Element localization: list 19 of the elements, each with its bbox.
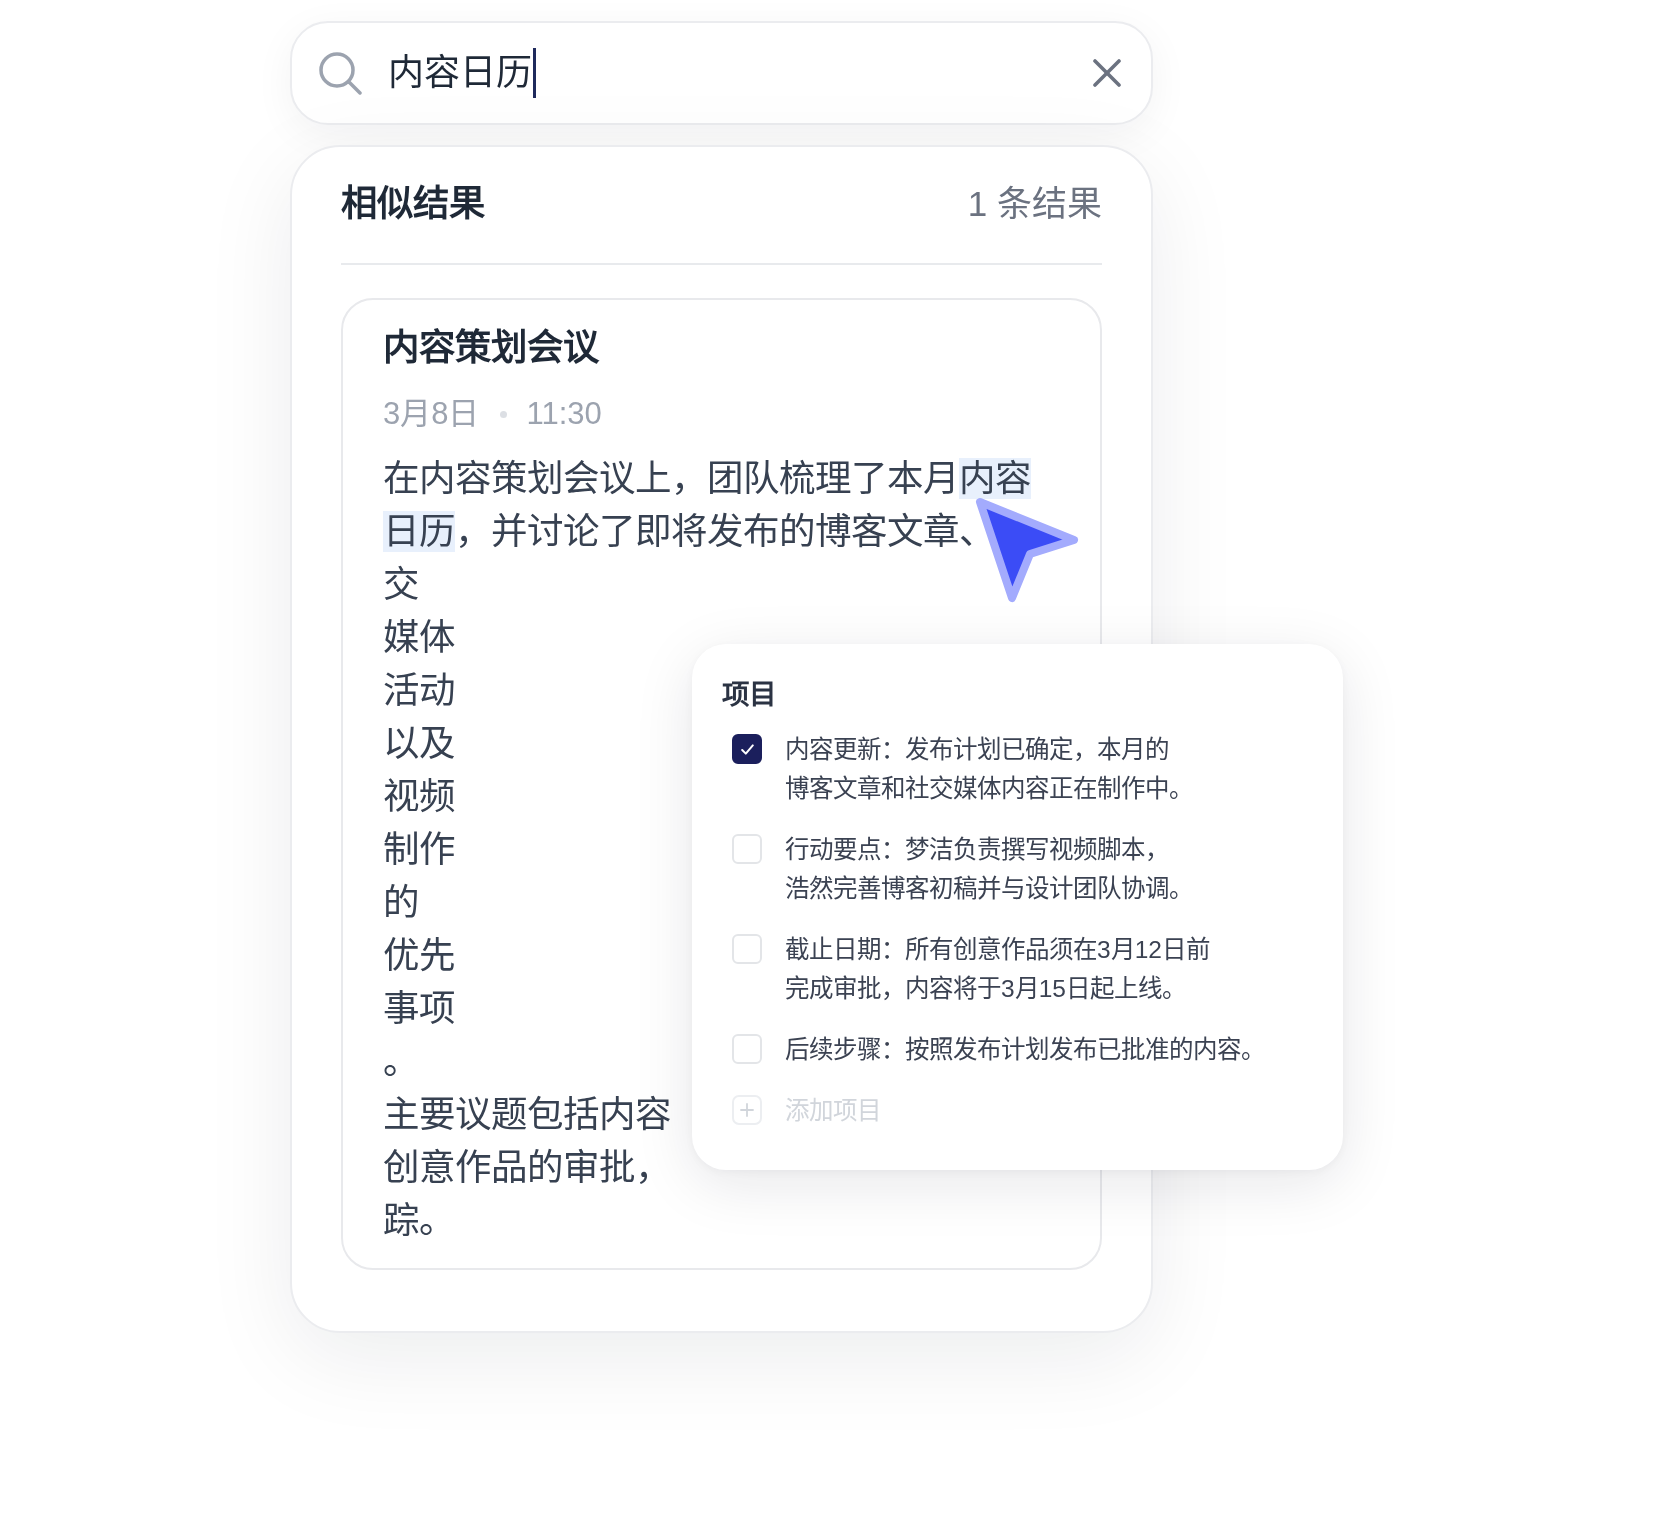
checkmark-icon <box>740 742 754 756</box>
item-text: 行动要点：梦洁负责撰写视频脚本， 浩然完善博客初稿并与设计团队协调。 <box>785 834 1193 904</box>
checkbox[interactable] <box>732 734 762 764</box>
result-count: 1 条结果 <box>967 183 1102 225</box>
result-date: 3月8日 <box>383 395 480 433</box>
item-text: 内容更新：发布计划已确定，本月的 博客文章和社交媒体内容正在制作中。 <box>785 734 1193 804</box>
item-text: 截止日期：所有创意作品须在3月12日前 完成审批，内容将于3月15日起上线。 <box>785 934 1210 1004</box>
search-input[interactable]: 内容日历 <box>388 49 532 97</box>
close-icon <box>1093 59 1121 87</box>
clear-search-button[interactable] <box>1093 59 1121 87</box>
result-title: 内容策划会议 <box>383 326 599 370</box>
search-icon <box>318 51 362 95</box>
separator-dot-icon <box>500 410 508 418</box>
item-text: 后续步骤：按照发布计划发布已批准的内容。 <box>785 1034 1265 1065</box>
results-heading: 相似结果 <box>341 182 485 226</box>
popup-heading: 项目 <box>722 678 776 712</box>
text-cursor-icon <box>533 48 536 98</box>
result-time: 11:30 <box>526 395 602 433</box>
plus-icon <box>732 1095 762 1125</box>
